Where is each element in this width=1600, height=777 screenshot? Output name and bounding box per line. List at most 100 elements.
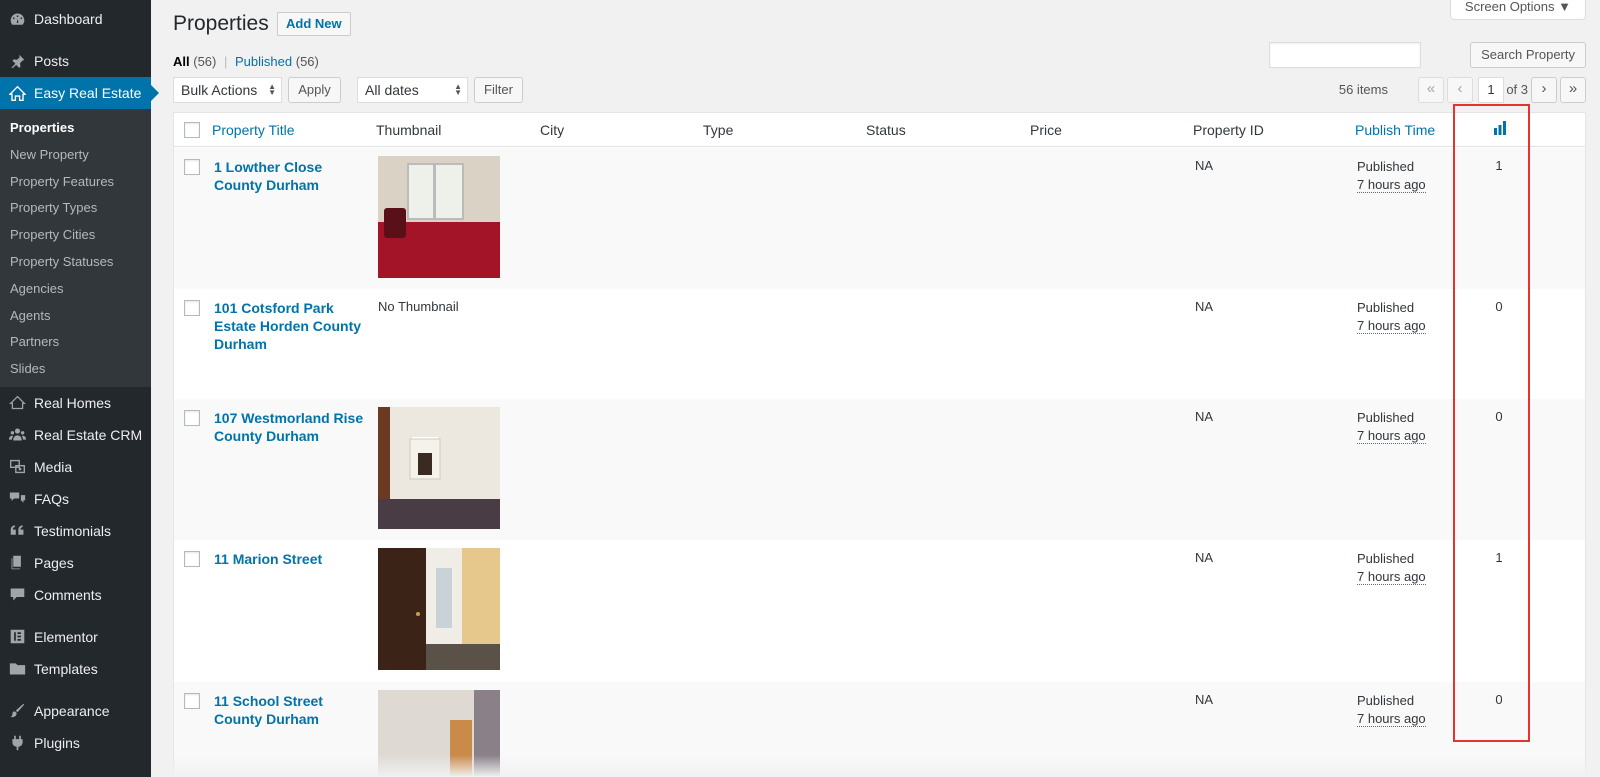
select-arrows-icon: ▲ ▼: [268, 82, 276, 97]
menu-plugins-label: Plugins: [34, 734, 80, 751]
menu-faqs[interactable]: FAQs: [0, 483, 151, 515]
table-row: 11 Marion Street NA Published 7 hours ag…: [174, 540, 1585, 682]
column-thumbnail: Thumbnail: [376, 122, 442, 138]
views-count: 0: [1495, 409, 1503, 424]
row-checkbox[interactable]: [184, 410, 200, 426]
menu-pages[interactable]: Pages: [0, 547, 151, 579]
row-checkbox[interactable]: [184, 551, 200, 567]
views-count: 0: [1495, 299, 1503, 314]
row-checkbox[interactable]: [184, 300, 200, 316]
page-title: Properties: [173, 12, 269, 35]
paintbrush-icon: [8, 702, 26, 720]
table-row: 107 Westmorland Rise County Durham NA Pu…: [174, 399, 1585, 540]
bulk-actions-select[interactable]: Bulk Actions ▲ ▼: [173, 77, 282, 103]
bar-chart-icon[interactable]: [1493, 121, 1507, 138]
menu-real-homes[interactable]: Real Homes: [0, 387, 151, 419]
filter-published-link[interactable]: Published: [235, 54, 292, 69]
table-header: Property Title Thumbnail City Type Statu…: [174, 113, 1585, 147]
column-type: Type: [703, 122, 734, 138]
add-new-button[interactable]: Add New: [277, 12, 351, 36]
house-icon: [8, 84, 26, 102]
property-title-link[interactable]: 11 School Street County Durham: [214, 692, 364, 728]
submenu-slides[interactable]: Slides: [0, 356, 151, 383]
column-property-title[interactable]: Property Title: [212, 122, 294, 138]
search-input[interactable]: [1269, 42, 1421, 68]
menu-real-estate-crm-label: Real Estate CRM: [34, 426, 143, 443]
property-thumbnail[interactable]: [378, 407, 500, 529]
select-all-checkbox[interactable]: [184, 122, 200, 138]
menu-easy-real-estate-label: Easy Real Estate: [34, 85, 142, 101]
submenu-property-features[interactable]: Property Features: [0, 169, 151, 196]
publish-status-label: Published: [1357, 300, 1415, 315]
dates-select[interactable]: All dates ▲ ▼: [357, 77, 468, 103]
publish-time: 7 hours ago: [1357, 569, 1426, 585]
property-title-link[interactable]: 1 Lowther Close County Durham: [214, 158, 364, 194]
current-page-input[interactable]: 1: [1478, 77, 1504, 103]
bulk-actions-value: Bulk Actions: [181, 82, 258, 98]
submenu-property-cities[interactable]: Property Cities: [0, 222, 151, 249]
table-row: 101 Cotsford Park Estate Horden County D…: [174, 289, 1585, 399]
submenu-agencies[interactable]: Agencies: [0, 276, 151, 303]
column-city: City: [540, 122, 565, 138]
publish-status: Published 7 hours ago: [1357, 409, 1426, 445]
submenu-property-types[interactable]: Property Types: [0, 195, 151, 222]
pushpin-icon: [8, 52, 26, 70]
column-publish-time[interactable]: Publish Time: [1355, 122, 1435, 138]
screen-options-button[interactable]: Screen Options ▼: [1449, 0, 1586, 20]
menu-dashboard-label: Dashboard: [34, 11, 103, 27]
menu-appearance[interactable]: Appearance: [0, 695, 151, 727]
menu-real-estate-crm[interactable]: Real Estate CRM: [0, 419, 151, 451]
first-page-button[interactable]: «: [1418, 77, 1444, 103]
menu-media[interactable]: Media: [0, 451, 151, 483]
last-page-button[interactable]: »: [1560, 77, 1586, 103]
publish-status-label: Published: [1357, 159, 1415, 174]
column-price: Price: [1030, 122, 1062, 138]
filter-button[interactable]: Filter: [474, 77, 523, 103]
filter-all-link[interactable]: All: [173, 54, 190, 69]
menu-pages-label: Pages: [34, 554, 74, 571]
property-id: NA: [1195, 550, 1214, 565]
menu-templates[interactable]: Templates: [0, 653, 151, 685]
publish-status: Published 7 hours ago: [1357, 550, 1426, 586]
property-id: NA: [1195, 299, 1214, 314]
comment-icon: [8, 586, 26, 604]
easy-real-estate-submenu: Properties New Property Property Feature…: [0, 109, 151, 387]
publish-time: 7 hours ago: [1357, 711, 1426, 727]
submenu-properties[interactable]: Properties: [0, 115, 151, 142]
next-page-button[interactable]: ›: [1531, 77, 1557, 103]
apply-button[interactable]: Apply: [288, 77, 341, 103]
submenu-agents[interactable]: Agents: [0, 303, 151, 330]
menu-comments-label: Comments: [34, 586, 102, 603]
quote-icon: [8, 522, 26, 540]
menu-templates-label: Templates: [34, 660, 98, 677]
submenu-new-property[interactable]: New Property: [0, 142, 151, 169]
property-title-link[interactable]: 101 Cotsford Park Estate Horden County D…: [214, 299, 364, 353]
properties-table: Property Title Thumbnail City Type Statu…: [173, 112, 1586, 777]
menu-easy-real-estate[interactable]: Easy Real Estate: [0, 77, 159, 109]
row-checkbox[interactable]: [184, 159, 200, 175]
menu-testimonials[interactable]: Testimonials: [0, 515, 151, 547]
filter-published-count: (56): [295, 54, 319, 69]
submenu-property-statuses[interactable]: Property Statuses: [0, 249, 151, 276]
property-title-link[interactable]: 107 Westmorland Rise County Durham: [214, 409, 364, 445]
menu-posts[interactable]: Posts: [0, 45, 151, 77]
property-thumbnail[interactable]: [378, 548, 500, 670]
publish-time: 7 hours ago: [1357, 428, 1426, 444]
menu-comments[interactable]: Comments: [0, 579, 151, 611]
search-property-button[interactable]: Search Property: [1470, 42, 1586, 68]
users-group-icon: [8, 426, 26, 444]
submenu-partners[interactable]: Partners: [0, 329, 151, 356]
row-checkbox[interactable]: [184, 693, 200, 709]
menu-testimonials-label: Testimonials: [34, 522, 112, 539]
menu-plugins[interactable]: Plugins: [0, 727, 151, 759]
menu-dashboard[interactable]: Dashboard: [0, 3, 151, 35]
media-icon: [8, 458, 26, 476]
select-arrows-icon: ▲ ▼: [454, 82, 462, 97]
menu-posts-label: Posts: [34, 53, 70, 69]
filter-all-count: (56): [193, 54, 217, 69]
menu-elementor[interactable]: Elementor: [0, 621, 151, 653]
prev-page-button[interactable]: ‹: [1447, 77, 1473, 103]
chat-bubbles-icon: [8, 490, 26, 508]
property-title-link[interactable]: 11 Marion Street: [214, 550, 364, 568]
property-thumbnail[interactable]: [378, 156, 500, 278]
